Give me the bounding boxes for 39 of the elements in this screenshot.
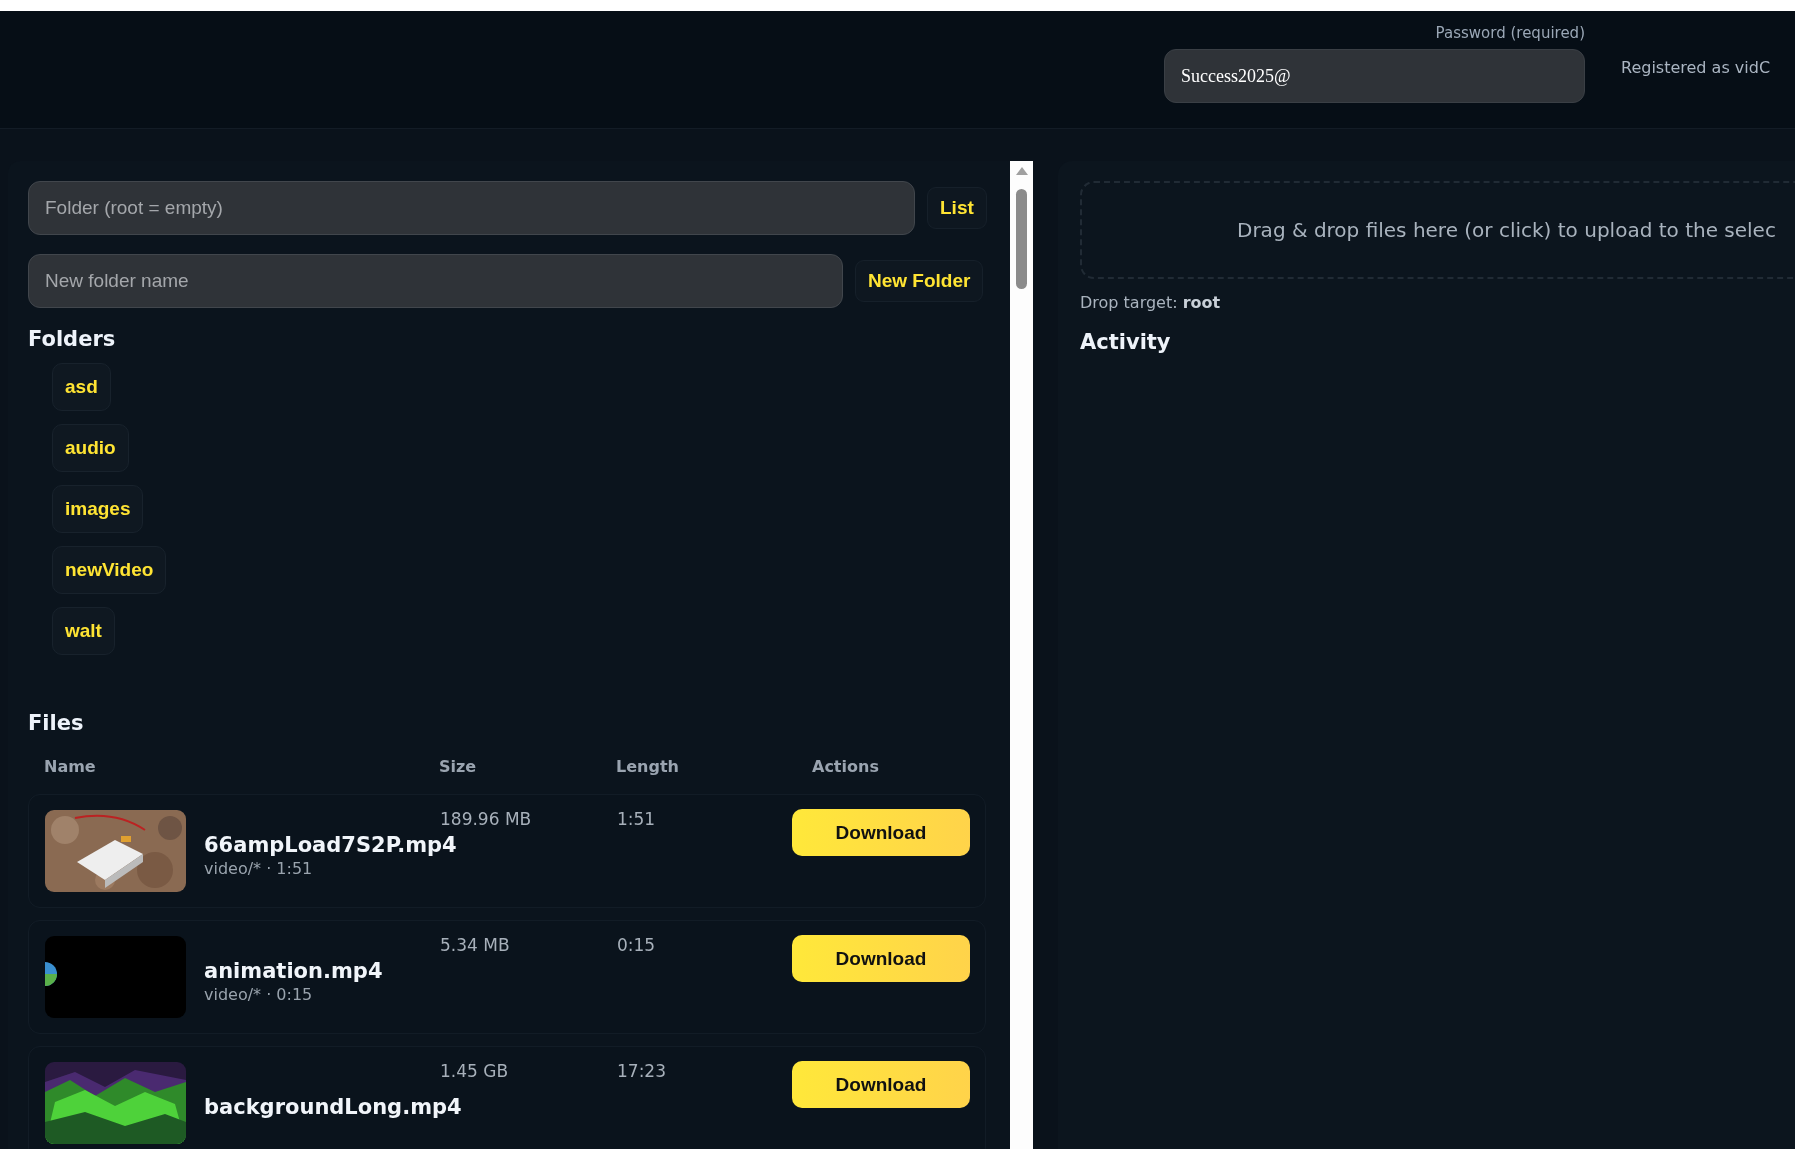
- list-button[interactable]: List: [927, 187, 987, 229]
- file-name: backgroundLong.mp4: [204, 1095, 462, 1119]
- folder-field[interactable]: Folder (root = empty): [28, 181, 915, 235]
- folder-button[interactable]: images: [52, 485, 144, 533]
- download-button[interactable]: Download: [792, 1061, 970, 1108]
- file-length: 1:51: [617, 809, 656, 829]
- download-button[interactable]: Download: [792, 809, 970, 856]
- scrollbar[interactable]: [1010, 161, 1033, 1149]
- activity-heading: Activity: [1080, 330, 1172, 354]
- scroll-thumb[interactable]: [1016, 189, 1027, 289]
- files-heading: Files: [28, 711, 85, 735]
- file-name: 66ampLoad7S2P.mp4: [204, 832, 457, 857]
- column-header: Name: [44, 757, 96, 776]
- column-header: Size: [439, 757, 477, 776]
- file-meta: video/* · 1:51: [204, 858, 314, 878]
- file-size: 189.96 MB: [440, 809, 532, 829]
- folder-button[interactable]: newVideo: [52, 546, 167, 594]
- drop-target-text: Drop target: root: [1080, 293, 1222, 312]
- drop-zone[interactable]: Drag & drop files here (or click) to upload to the selec: [1080, 181, 1795, 279]
- scroll-up-icon[interactable]: [1015, 167, 1028, 175]
- file-size: 1.45 GB: [440, 1061, 509, 1081]
- file-length: 0:15: [617, 935, 656, 955]
- column-header: Actions: [812, 757, 879, 776]
- file-length: 17:23: [617, 1061, 666, 1081]
- download-button[interactable]: Download: [792, 935, 970, 982]
- folder-button[interactable]: walt: [52, 607, 115, 655]
- registration-status: Registered as vidC: [1621, 58, 1771, 77]
- file-name: animation.mp4: [204, 958, 383, 983]
- password-label: Password (required): [1435, 24, 1585, 42]
- new-folder-field[interactable]: New folder name: [28, 254, 843, 308]
- folder-button[interactable]: audio: [52, 424, 129, 472]
- file-meta: video/* · 0:15: [204, 984, 314, 1004]
- file-size: 5.34 MB: [440, 935, 510, 955]
- folders-heading: Folders: [28, 327, 117, 351]
- password-field[interactable]: Success2025@: [1164, 49, 1585, 103]
- new-folder-button[interactable]: New Folder: [855, 260, 984, 302]
- column-header: Length: [616, 757, 679, 776]
- folder-button[interactable]: asd: [52, 363, 111, 411]
- drop-zone-text: Drag & drop files here (or click) to upload to the selec: [1237, 218, 1776, 242]
